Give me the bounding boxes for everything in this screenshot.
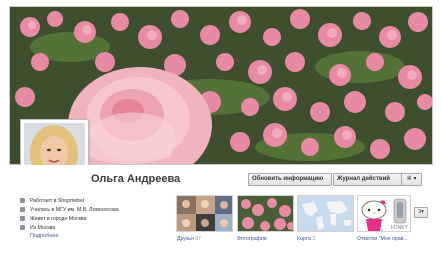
world-map-thumbnail — [298, 196, 353, 231]
info-education: Училась в МГУ им. М.В. Ломоносова — [20, 205, 170, 214]
info-work: Работает в Shopmebel — [20, 196, 170, 205]
update-info-button[interactable]: Обновить информацию — [248, 173, 332, 186]
map-tile[interactable] — [297, 195, 354, 232]
intro-info: Работает в Shopmebel Училась в МГУ им. М… — [20, 196, 170, 232]
photos-label[interactable]: Фотографии — [237, 236, 267, 242]
svg-text:FUNKY: FUNKY — [391, 225, 409, 231]
friends-thumbnails — [177, 196, 232, 231]
photos-thumbnail — [238, 196, 293, 231]
photos-tile[interactable] — [237, 195, 294, 232]
gear-dropdown-button[interactable]: ✲ ▾ — [401, 173, 422, 186]
more-info-link[interactable]: Подробнее — [30, 233, 59, 239]
graduation-cap-icon — [20, 207, 25, 212]
map-label[interactable]: Карта 3 — [297, 236, 315, 242]
activity-log-button[interactable]: Журнал действий — [333, 173, 403, 186]
profile-name[interactable]: Ольга Андреева — [91, 173, 180, 185]
home-icon — [20, 216, 25, 221]
friends-tile[interactable] — [176, 195, 233, 232]
info-current-city: Живет в городе Москва — [20, 214, 170, 223]
likes-label[interactable]: Отметки "Мне нрав... — [357, 236, 408, 242]
info-hometown: Из Москва — [20, 223, 170, 232]
more-tiles-button[interactable]: 3▾ — [414, 207, 428, 218]
likes-thumbnails: FUNKY — [358, 196, 410, 231]
map-pin-icon — [20, 225, 25, 230]
briefcase-icon — [20, 198, 25, 203]
friends-label[interactable]: Друзья 97 — [177, 236, 201, 242]
likes-tile[interactable]: FUNKY — [357, 195, 411, 232]
